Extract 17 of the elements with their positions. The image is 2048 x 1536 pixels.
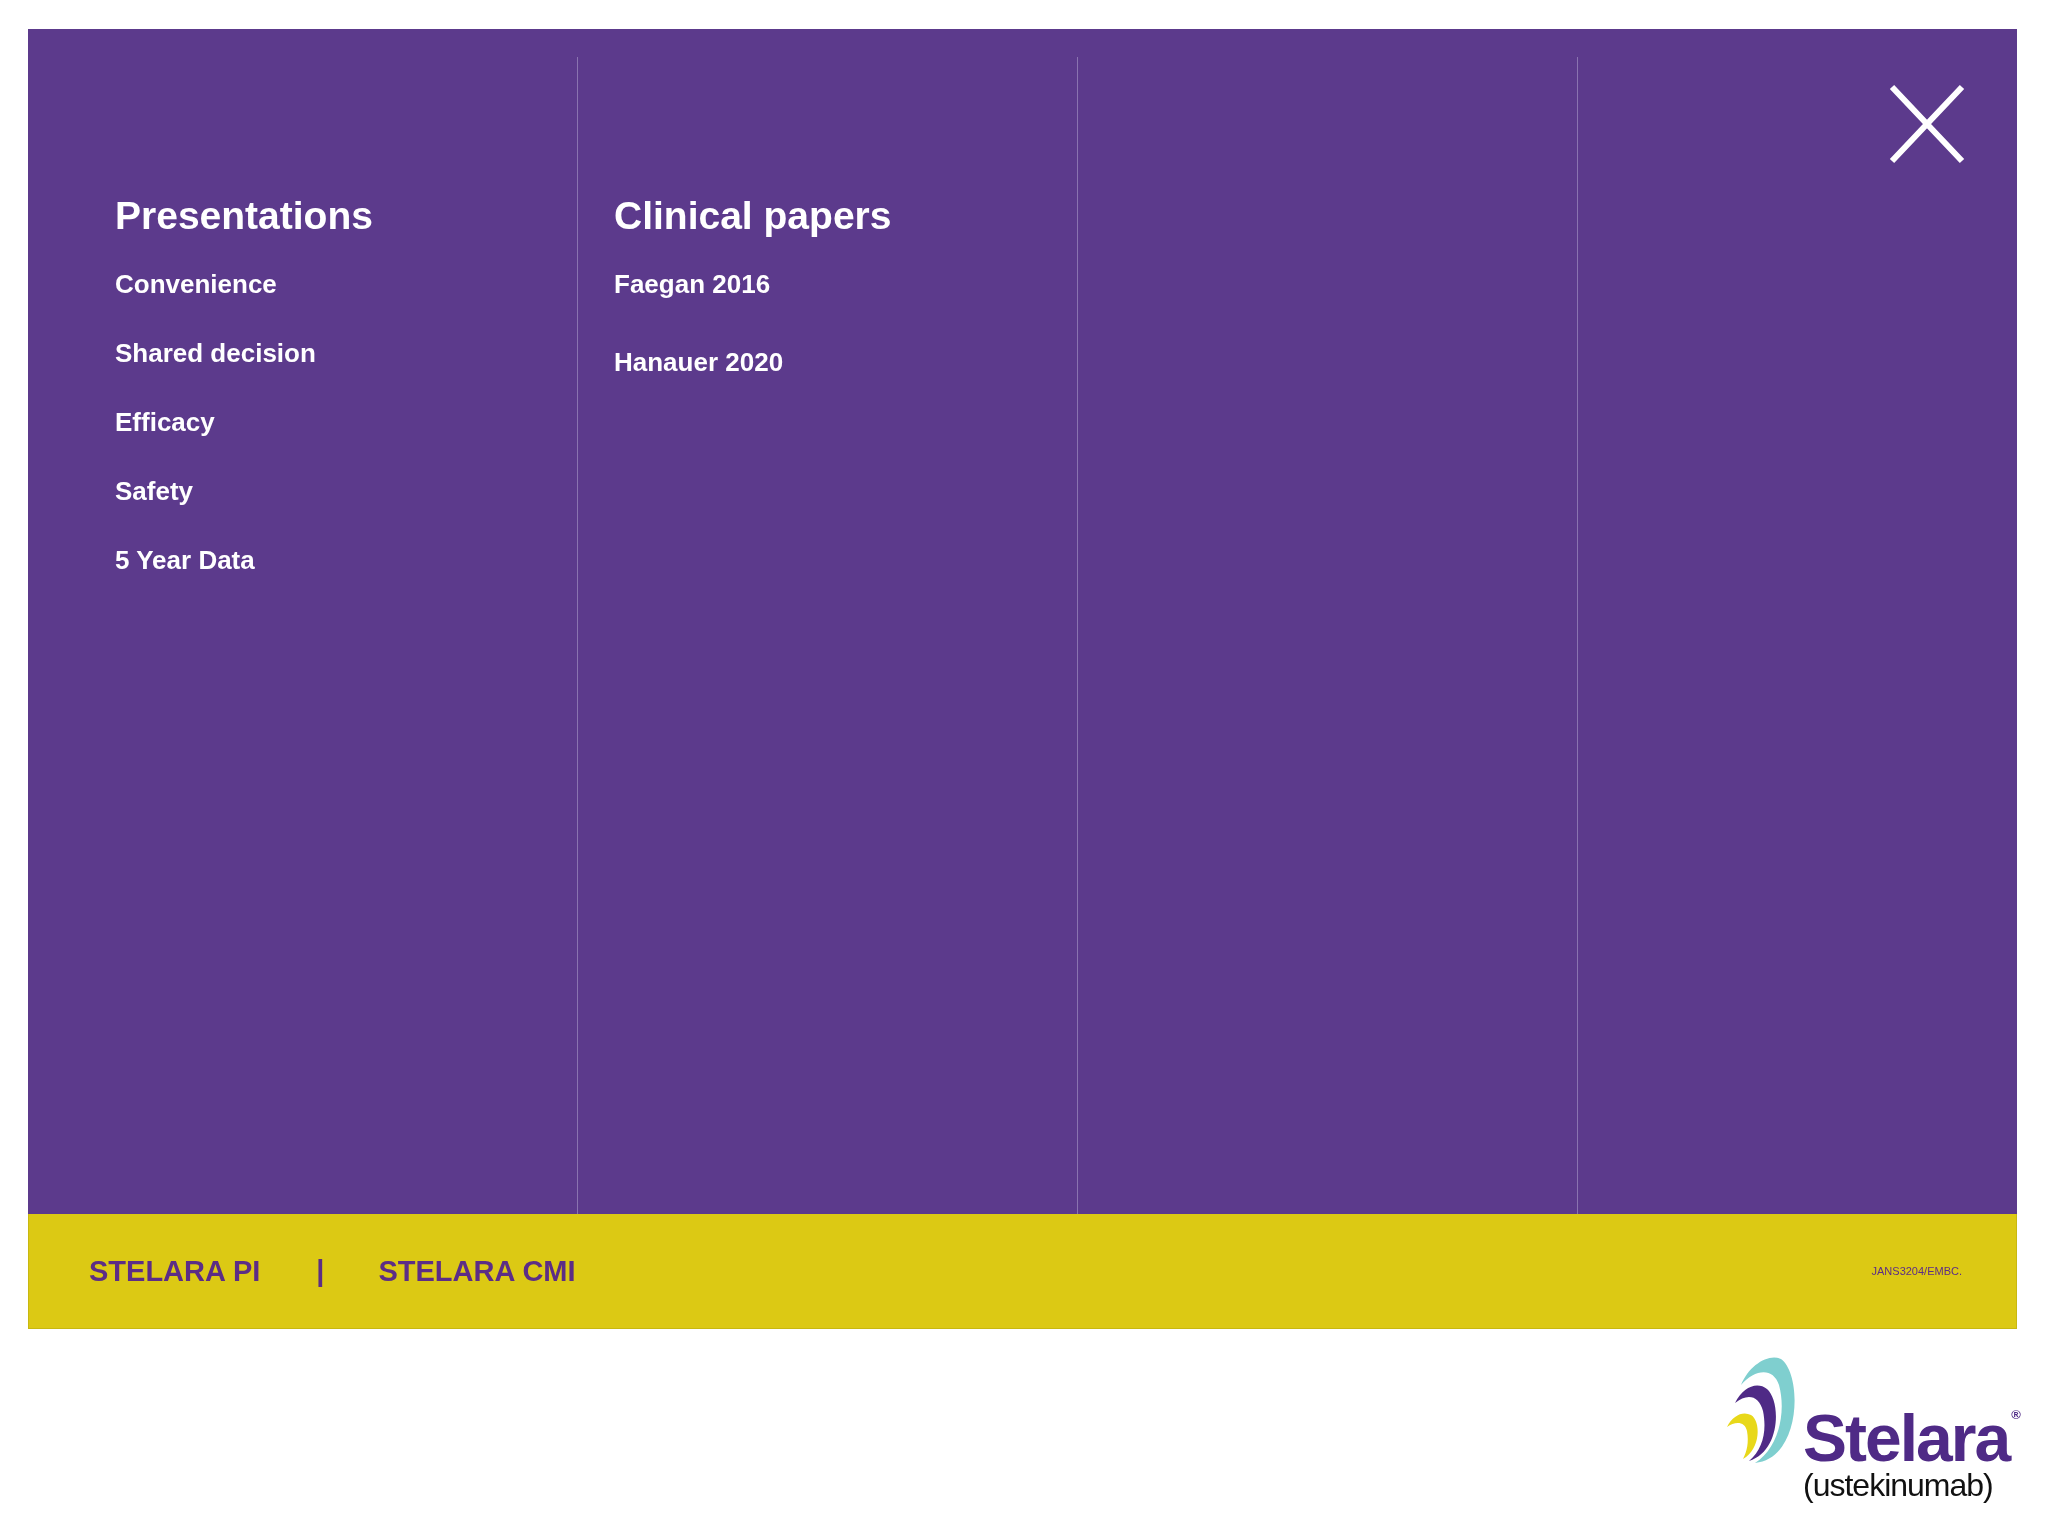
- section-heading: Clinical papers: [614, 193, 892, 239]
- close-button[interactable]: [1889, 84, 1965, 164]
- generic-name: (ustekinumab): [1803, 1469, 1994, 1501]
- separator: |: [316, 1254, 325, 1288]
- section-heading: Presentations: [115, 193, 373, 239]
- brand-name: Stelara: [1803, 1407, 2010, 1469]
- menu-link[interactable]: Shared decision: [115, 338, 316, 368]
- menu-link[interactable]: Faegan 2016: [614, 269, 771, 299]
- trademark-mark: ®: [2011, 1407, 2021, 1422]
- menu-link[interactable]: 5 Year Data: [115, 545, 255, 575]
- footer-link[interactable]: STELARA CMI: [378, 1254, 576, 1288]
- menu-link[interactable]: Hanauer 2020: [614, 347, 784, 377]
- menu-link[interactable]: Efficacy: [115, 407, 215, 437]
- menu-link[interactable]: Safety: [115, 476, 194, 506]
- footer-link[interactable]: STELARA PI: [89, 1254, 261, 1288]
- reference-code: JANS3204/EMBC.: [1871, 1265, 1962, 1277]
- menu-link[interactable]: Convenience: [115, 269, 277, 299]
